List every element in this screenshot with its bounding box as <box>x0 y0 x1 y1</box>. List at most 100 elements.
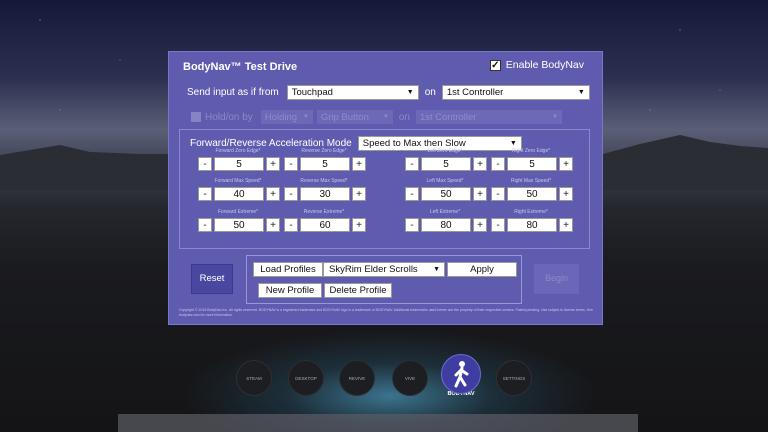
stepper-value[interactable]: 5 <box>214 156 264 171</box>
decrement-button[interactable]: - <box>405 156 419 171</box>
chevron-down-icon: ▼ <box>406 89 414 96</box>
stepper-value[interactable]: 40 <box>214 186 264 201</box>
enable-bodynav-toggle[interactable]: ✓ Enable BodyNav <box>489 59 584 71</box>
decrement-button[interactable]: - <box>284 156 298 171</box>
increment-button[interactable]: + <box>352 217 366 232</box>
acceleration-section: Forward/Reverse Acceleration Mode Speed … <box>179 129 590 249</box>
stepper-label: Right Extreme* <box>514 209 548 215</box>
increment-button[interactable]: + <box>266 156 280 171</box>
stepper-value[interactable]: 80 <box>507 217 557 232</box>
bodynav-panel: BodyNav™ Test Drive ✓ Enable BodyNav Sen… <box>168 51 603 325</box>
profile-value: SkyRim Elder Scrolls <box>329 264 418 275</box>
increment-button[interactable]: + <box>473 156 487 171</box>
increment-button[interactable]: + <box>559 217 573 232</box>
stepper-value[interactable]: 5 <box>421 156 471 171</box>
stepper-value[interactable]: 50 <box>507 186 557 201</box>
decrement-button[interactable]: - <box>491 156 505 171</box>
hold-button-select[interactable]: Grip Button ▼ <box>316 110 393 124</box>
profiles-group: Load Profiles SkyRim Elder Scrolls ▼ Appl… <box>246 255 522 304</box>
input-source-value: Touchpad <box>291 87 333 98</box>
decrement-button[interactable]: - <box>284 186 298 201</box>
input-label: Send input as if from <box>187 87 279 98</box>
floor-bar <box>118 414 638 432</box>
chevron-down-icon: ▼ <box>302 114 309 120</box>
chevron-down-icon: ▼ <box>509 140 517 147</box>
stepper-control: -5 + <box>491 156 573 171</box>
stepper-control: -5 + <box>284 156 366 171</box>
stepper-label: Forward Zero Edge* <box>215 148 261 154</box>
stepper-label: Forward Max Speed* <box>214 178 262 184</box>
increment-button[interactable]: + <box>559 156 573 171</box>
chevron-down-icon: ▼ <box>382 114 389 120</box>
reset-button[interactable]: Reset <box>191 264 233 294</box>
chevron-down-icon: ▼ <box>577 89 585 96</box>
hold-button-value: Grip Button <box>320 111 369 123</box>
stepper-value[interactable]: 5 <box>300 156 350 171</box>
chevron-down-icon: ▼ <box>551 114 558 120</box>
stepper-control: -5 + <box>198 156 280 171</box>
increment-button[interactable]: + <box>266 186 280 201</box>
stepper-control: -80 + <box>491 217 573 232</box>
stepper-value[interactable]: 30 <box>300 186 350 201</box>
decrement-button[interactable]: - <box>198 217 212 232</box>
stepper-label: Left Extreme* <box>429 209 461 215</box>
stepper-control: -30 + <box>284 186 366 201</box>
increment-button[interactable]: + <box>473 217 487 232</box>
decrement-button[interactable]: - <box>405 186 419 201</box>
decrement-button[interactable]: - <box>198 156 212 171</box>
delete-profile-button[interactable]: Delete Profile <box>324 283 392 298</box>
stepper-control: -50 + <box>405 186 487 201</box>
panel-title: BodyNav™ Test Drive <box>183 61 298 73</box>
stepper-control: -80 + <box>405 217 487 232</box>
stepper-value[interactable]: 5 <box>507 156 557 171</box>
stepper-label: Reverse Max Speed* <box>300 178 348 184</box>
dock-item-settings[interactable]: SETTINGS <box>496 360 532 396</box>
apply-button[interactable]: Apply <box>447 262 517 277</box>
stepper-control: -50 + <box>198 217 280 232</box>
hold-mode-value: Holding <box>264 111 298 123</box>
new-profile-button[interactable]: New Profile <box>258 283 322 298</box>
hold-controller-select[interactable]: 1st Controller ▼ <box>415 110 562 124</box>
input-source-row: Send input as if from Touchpad ▼ on 1st C… <box>187 85 590 100</box>
dock-item-bodynav[interactable] <box>441 354 481 394</box>
hold-row: Hold/on by Holding ▼ Grip Button ▼ on 1st … <box>191 110 562 124</box>
input-source-select[interactable]: Touchpad ▼ <box>286 85 419 100</box>
increment-button[interactable]: + <box>352 186 366 201</box>
stepper-control: -50 + <box>491 186 573 201</box>
begin-button[interactable]: Begin <box>534 264 579 294</box>
controller-select[interactable]: 1st Controller ▼ <box>441 85 590 100</box>
dock-item-desktop[interactable]: DESKTOP <box>288 360 324 396</box>
decrement-button[interactable]: - <box>405 217 419 232</box>
dock-item-revive[interactable]: REVIVE <box>339 360 375 396</box>
stepper-control: -40 + <box>198 186 280 201</box>
increment-button[interactable]: + <box>473 186 487 201</box>
stepper-control: -60 + <box>284 217 366 232</box>
stepper-value[interactable]: 80 <box>421 217 471 232</box>
walking-person-icon <box>454 361 469 388</box>
stepper-value[interactable]: 50 <box>421 186 471 201</box>
dock-item-steam[interactable]: STEAM <box>236 360 272 396</box>
stepper-value[interactable]: 50 <box>214 217 264 232</box>
hold-label: Hold/on by <box>205 111 253 123</box>
decrement-button[interactable]: - <box>491 186 505 201</box>
stepper-label: Reverse Extreme* <box>303 209 345 215</box>
dock-item-vive[interactable]: VIVE <box>392 360 428 396</box>
decrement-button[interactable]: - <box>491 217 505 232</box>
hold-on-label: on <box>398 111 410 123</box>
decrement-button[interactable]: - <box>198 186 212 201</box>
increment-button[interactable]: + <box>559 186 573 201</box>
hold-mode-select[interactable]: Holding ▼ <box>260 110 313 124</box>
load-profiles-button[interactable]: Load Profiles <box>253 262 323 277</box>
controller-value: 1st Controller <box>446 87 504 98</box>
profile-select[interactable]: SkyRim Elder Scrolls ▼ <box>323 262 445 277</box>
decrement-button[interactable]: - <box>284 217 298 232</box>
stepper-label: Left Zero Edge* <box>427 148 463 154</box>
enable-checkbox[interactable]: ✓ <box>489 59 501 71</box>
stepper-label: Left Max Speed* <box>426 178 464 184</box>
increment-button[interactable]: + <box>352 156 366 171</box>
chevron-down-icon: ▼ <box>433 266 440 273</box>
stepper-value[interactable]: 60 <box>300 217 350 232</box>
stepper-label: Forward Extreme* <box>217 209 259 215</box>
increment-button[interactable]: + <box>266 217 280 232</box>
hold-checkbox[interactable] <box>191 112 201 122</box>
